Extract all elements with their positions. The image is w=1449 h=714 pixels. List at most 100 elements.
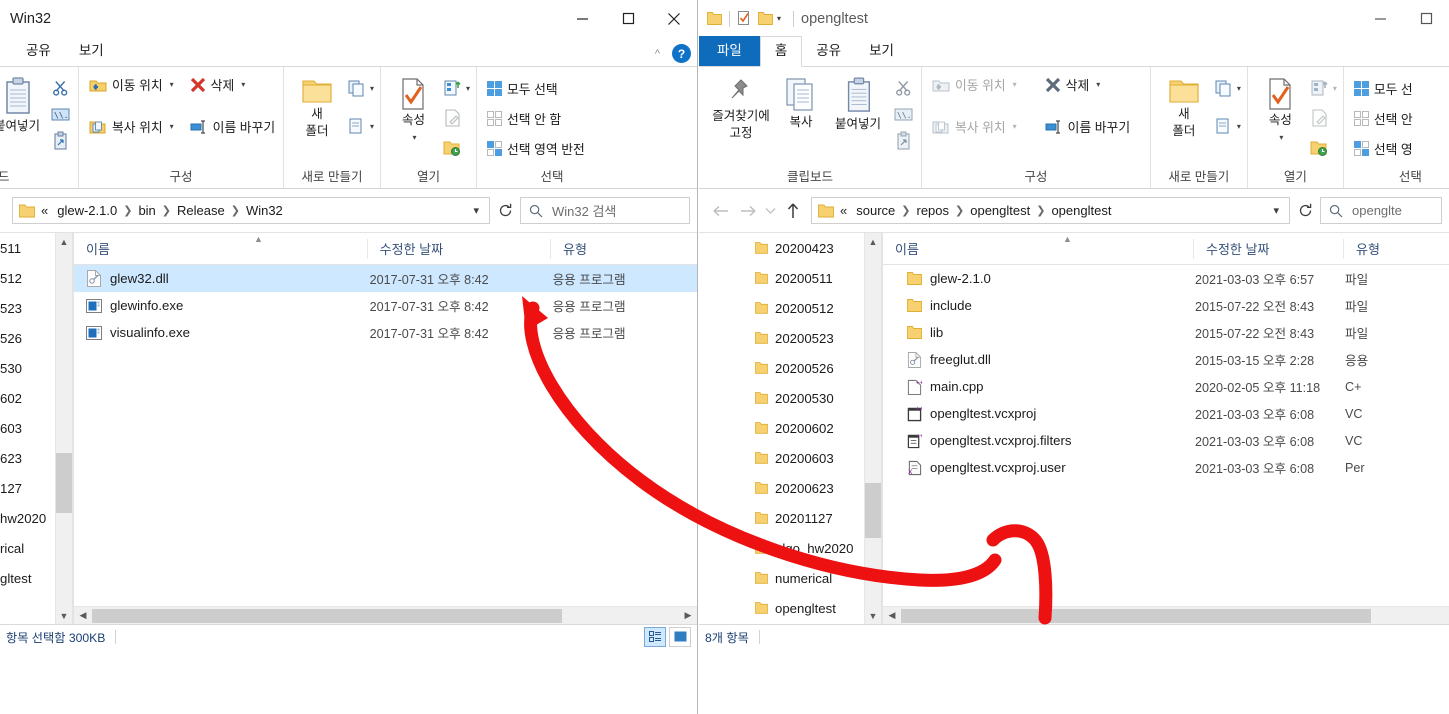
ribbon-clipboard-smallicons[interactable]: \\...	[48, 72, 72, 152]
chevron-down-icon[interactable]: ▾	[467, 204, 485, 217]
left-window-controls[interactable]	[559, 0, 697, 37]
tree-item[interactable]: 602	[0, 383, 55, 413]
recent-locations-icon[interactable]	[762, 197, 779, 225]
breadcrumb-3[interactable]: opengltest	[967, 203, 1033, 218]
tab-share[interactable]: 공유	[802, 37, 855, 66]
open-icon[interactable]	[440, 76, 464, 100]
right-ribbon[interactable]: 즐겨찾기에 고정 복사 붙여넣기 \\. 클립보드 이동 위치 ▾ 삭제 ▾ 복…	[699, 67, 1449, 189]
collapse-ribbon-icon[interactable]: ^	[655, 48, 660, 60]
chevron-down-icon[interactable]: ▾	[1333, 84, 1337, 93]
tree-item[interactable]: .vs	[699, 623, 864, 624]
scroll-left-icon[interactable]: ◀	[883, 610, 901, 621]
new-item-icon[interactable]	[1211, 76, 1235, 100]
left-search-box[interactable]: Win32 검색	[520, 197, 690, 224]
scroll-right-icon[interactable]: ▶	[679, 610, 697, 621]
left-file-rows[interactable]: glew32.dll 2017-07-31 오후 8:42 응용 프로그램 gl…	[74, 265, 697, 606]
scroll-up-icon[interactable]: ▲	[56, 233, 72, 250]
breadcrumb-2[interactable]: bin	[135, 203, 158, 218]
tree-item[interactable]: 20201127	[699, 503, 864, 533]
ribbon-btn-select-none[interactable]: 선택 안 함	[483, 106, 565, 131]
tree-item[interactable]: 20200526	[699, 353, 864, 383]
table-row[interactable]: include 2015-07-22 오전 8:43 파일	[883, 292, 1449, 319]
chevron-down-icon[interactable]: ▾	[1013, 122, 1017, 131]
tree-item[interactable]	[0, 593, 55, 623]
tree-item[interactable]: 20200511	[699, 263, 864, 293]
chevron-down-icon[interactable]: ▾	[1267, 204, 1285, 217]
tree-item[interactable]: gltest	[0, 563, 55, 593]
tree-item[interactable]: numerical	[699, 563, 864, 593]
chevron-down-icon[interactable]: ▾	[1279, 130, 1283, 145]
right-address-row[interactable]: « source ❯ repos ❯ opengltest ❯ openglte…	[699, 189, 1449, 232]
tree-item[interactable]: hw2020	[0, 503, 55, 533]
ribbon-btn-new-folder[interactable]: 새 폴더	[290, 72, 344, 139]
right-tree-scrollbar[interactable]: ▲ ▼	[864, 233, 881, 624]
refresh-icon[interactable]	[490, 197, 520, 224]
maximize-icon[interactable]	[1403, 0, 1449, 37]
tree-item[interactable]: 20200423	[699, 233, 864, 263]
chevron-down-icon[interactable]: ▾	[170, 80, 174, 89]
ribbon-new-smallicons[interactable]: ▾ ▾	[1211, 72, 1241, 138]
left-help-zone[interactable]: ^ ?	[655, 44, 691, 63]
scroll-thumb[interactable]	[901, 608, 1371, 623]
tree-item[interactable]: 127	[0, 473, 55, 503]
right-file-list-pane[interactable]: 이름 수정한 날짜 유형 ▲ glew-2.1.0 2021-03-03 오후 …	[883, 233, 1449, 624]
left-tree-scrollbar[interactable]: ▲ ▼	[55, 233, 72, 624]
column-name[interactable]: 이름	[883, 239, 1193, 259]
left-h-scrollbar[interactable]: ◀ ▶	[74, 606, 697, 624]
arrow-up-icon[interactable]	[779, 197, 807, 225]
tree-item[interactable]: 20200530	[699, 383, 864, 413]
copy-path-icon[interactable]: \\...	[891, 102, 915, 126]
tree-item[interactable]: ngltest	[0, 623, 55, 624]
history-icon[interactable]	[1307, 136, 1331, 160]
left-ribbon[interactable]: ▾ 붙여넣기	[0, 67, 697, 189]
left-tree-pane[interactable]: 511 512 523 526 530 602 603 623 127 hw20…	[0, 233, 55, 624]
ribbon-btn-move-to[interactable]: 이동 위치 ▾	[928, 72, 1021, 97]
help-icon[interactable]: ?	[672, 44, 691, 63]
copy-path-icon[interactable]: \\...	[48, 102, 72, 126]
breadcrumb-4[interactable]: Win32	[243, 203, 286, 218]
cut-icon[interactable]	[48, 76, 72, 100]
explorer-window-opengltest[interactable]: ▾ opengltest 파일 홈 공유 보기 즐겨찾기에 고정 복사 붙여넣기…	[699, 0, 1449, 714]
ribbon-btn-invert-selection[interactable]: 선택 영	[1350, 136, 1417, 161]
tree-item[interactable]: opengltest	[699, 593, 864, 623]
tree-item[interactable]: 523	[0, 293, 55, 323]
details-view-icon[interactable]	[644, 626, 666, 647]
ribbon-btn-select-all[interactable]: 모두 선	[1350, 76, 1417, 101]
chevron-down-icon[interactable]: ▾	[170, 122, 174, 131]
chevron-down-icon[interactable]: ▾	[1237, 122, 1241, 131]
right-window-controls[interactable]	[1357, 0, 1449, 37]
tree-item[interactable]: 511	[0, 233, 55, 263]
breadcrumb-1[interactable]: source	[853, 203, 898, 218]
cut-icon[interactable]	[891, 76, 915, 100]
chevron-down-icon[interactable]: ▾	[412, 130, 416, 145]
tree-item[interactable]: 603	[0, 413, 55, 443]
ribbon-btn-properties[interactable]: 속성 ▾	[1254, 72, 1307, 145]
left-address-bar[interactable]: « glew-2.1.0 ❯ bin ❯ Release ❯ Win32 ▾	[12, 197, 490, 224]
ribbon-btn-paste[interactable]: 붙여넣기	[0, 72, 48, 134]
history-icon[interactable]	[440, 136, 464, 160]
scroll-up-icon[interactable]: ▲	[865, 233, 881, 250]
left-file-list-pane[interactable]: 이름 수정한 날짜 유형 ▲ glew32.dll 2017-07-31 오후 …	[74, 233, 697, 624]
edit-icon[interactable]	[440, 106, 464, 130]
left-address-row[interactable]: « glew-2.1.0 ❯ bin ❯ Release ❯ Win32 ▾ W…	[0, 189, 697, 232]
edit-icon[interactable]	[1307, 106, 1331, 130]
tree-item[interactable]: 20200623	[699, 473, 864, 503]
large-icons-view-icon[interactable]	[669, 626, 691, 647]
tree-item[interactable]: 530	[0, 353, 55, 383]
chevron-down-icon[interactable]: ▾	[370, 122, 374, 131]
table-row[interactable]: x opengltest.vcxproj.user 2021-03-03 오후 …	[883, 454, 1449, 481]
qat-dropdown-icon[interactable]: ▾	[777, 14, 781, 23]
ribbon-btn-pin-to-quick-access[interactable]: 즐겨찾기에 고정	[705, 72, 777, 141]
scroll-down-icon[interactable]: ▼	[56, 607, 72, 624]
scroll-left-icon[interactable]: ◀	[74, 610, 92, 621]
right-h-scrollbar[interactable]: ◀	[883, 606, 1449, 624]
breadcrumb-1[interactable]: glew-2.1.0	[54, 203, 120, 218]
tree-item[interactable]: rical	[0, 533, 55, 563]
minimize-icon[interactable]	[559, 0, 605, 37]
explorer-window-win32[interactable]: Win32 공유 보기 ^ ? 여넣기 \\. 이동 위치 ▾ 삭제 ▾ 복사 …	[0, 0, 698, 714]
ribbon-btn-delete[interactable]: 삭제 ▾	[186, 72, 250, 97]
ribbon-open-smallicons[interactable]: ▾	[440, 72, 470, 160]
right-address-bar[interactable]: « source ❯ repos ❯ opengltest ❯ openglte…	[811, 197, 1290, 224]
table-row[interactable]: ++ main.cpp 2020-02-05 오후 11:18 C+	[883, 373, 1449, 400]
table-row[interactable]: lib 2015-07-22 오전 8:43 파일	[883, 319, 1449, 346]
